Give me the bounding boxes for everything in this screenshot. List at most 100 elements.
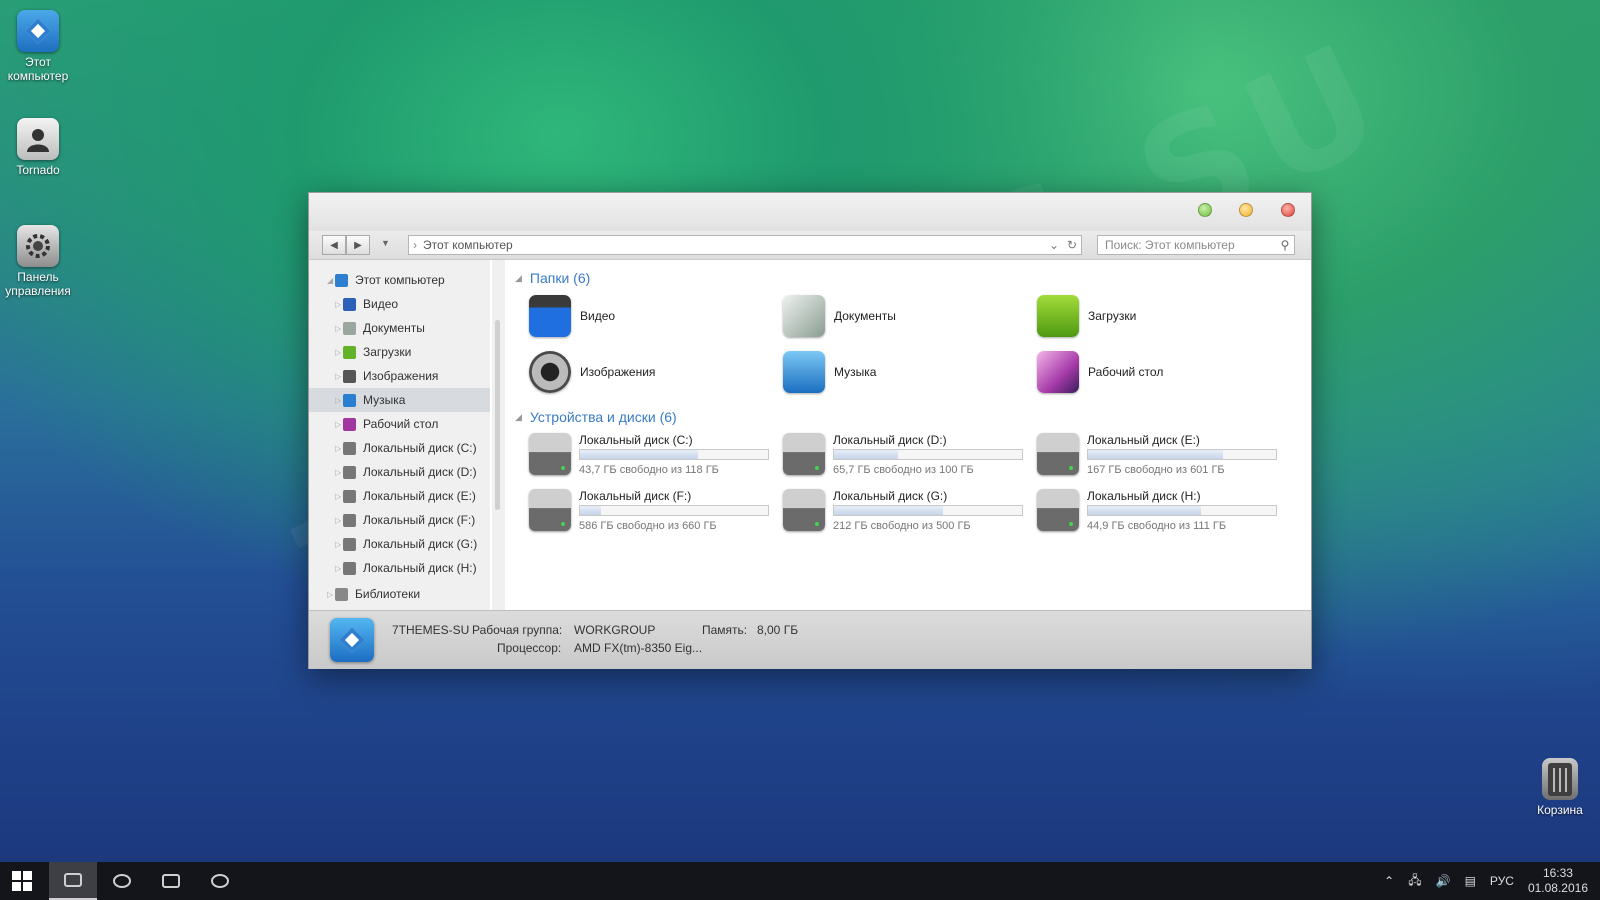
folder-icon — [64, 873, 82, 887]
minimize-button[interactable] — [1198, 203, 1212, 217]
taskbar-explorer-button[interactable] — [49, 862, 97, 900]
drive-led-icon — [1069, 522, 1073, 526]
volume-icon[interactable]: 🔊 — [1436, 874, 1451, 888]
refresh-button[interactable]: ↻ — [1063, 238, 1081, 252]
expand-arrow-icon[interactable]: ▷ — [335, 372, 341, 381]
sidebar-item[interactable]: ▷ Изображения — [309, 364, 490, 388]
documents-icon — [783, 295, 825, 337]
scrollbar-thumb[interactable] — [495, 320, 500, 510]
drive-item[interactable]: Локальный диск (H:) 44,9 ГБ свободно из 1… — [1037, 489, 1277, 535]
show-hidden-icons-button[interactable]: ⌃ — [1384, 874, 1394, 888]
desktop-icon-control-panel[interactable]: Панель управления — [0, 225, 76, 298]
expand-arrow-icon[interactable]: ▷ — [327, 590, 333, 599]
sidebar-item-icon — [343, 465, 356, 479]
hard-drive-icon — [783, 433, 825, 475]
music-icon — [783, 351, 825, 393]
drive-usage-bar — [579, 505, 769, 516]
back-button[interactable]: ◀ — [322, 235, 346, 255]
folder-item[interactable]: Загрузки — [1037, 293, 1277, 339]
folder-item[interactable]: Документы — [783, 293, 1023, 339]
memory-label: Память: — [702, 623, 748, 637]
drive-item[interactable]: Локальный диск (D:) 65,7 ГБ свободно из 1… — [783, 433, 1023, 479]
notifications-icon[interactable]: ▤ — [1465, 874, 1476, 888]
expand-arrow-icon[interactable]: ▷ — [335, 468, 341, 477]
drives-group-header[interactable]: ◢ Устройства и диски (6) — [515, 409, 677, 425]
clock[interactable]: 16:33 01.08.2016 — [1528, 866, 1588, 896]
search-icon[interactable]: ⚲ — [1276, 238, 1294, 252]
search-input[interactable]: Поиск: Этот компьютер — [1098, 238, 1276, 252]
drive-name: Локальный диск (F:) — [579, 489, 692, 503]
sidebar-item[interactable]: ▷ Документы — [309, 316, 490, 340]
folder-label: Видео — [580, 309, 616, 323]
group-header-label: Папки (6) — [529, 270, 591, 286]
expand-arrow-icon[interactable]: ▷ — [335, 540, 341, 549]
sidebar-item[interactable]: ▷ Видео — [309, 292, 490, 316]
expand-arrow-icon[interactable]: ▷ — [335, 324, 341, 333]
maximize-button[interactable] — [1239, 203, 1253, 217]
sidebar-item-label: Музыка — [363, 393, 406, 407]
expand-arrow-icon[interactable]: ▷ — [335, 300, 341, 309]
close-button[interactable] — [1281, 203, 1295, 217]
forward-button[interactable]: ▶ — [346, 235, 370, 255]
expand-arrow-icon[interactable]: ▷ — [335, 420, 341, 429]
computer-name: 7THEMES-SU — [392, 623, 470, 637]
expand-arrow-icon[interactable]: ▷ — [335, 516, 341, 525]
collapse-triangle-icon[interactable]: ◢ — [515, 273, 522, 284]
expand-arrow-icon[interactable]: ▷ — [335, 492, 341, 501]
search-box[interactable]: Поиск: Этот компьютер ⚲ — [1097, 235, 1295, 255]
expand-arrow-icon[interactable]: ▷ — [335, 444, 341, 453]
sidebar-item[interactable]: ▷ Локальный диск (E:) — [309, 484, 490, 508]
address-bar[interactable]: › Этот компьютер ⌄ ↻ — [408, 235, 1082, 255]
taskbar-terminal-button[interactable] — [147, 862, 195, 900]
folder-item[interactable]: Рабочий стол — [1037, 349, 1277, 395]
sidebar-scrollbar[interactable] — [492, 260, 505, 610]
sidebar-item[interactable]: ▷ Музыка — [309, 388, 490, 412]
expand-arrow-icon[interactable]: ▷ — [335, 396, 341, 405]
sidebar-item[interactable]: ▷ Локальный диск (C:) — [309, 436, 490, 460]
sidebar-item[interactable]: ▷ Локальный диск (H:) — [309, 556, 490, 580]
drive-usage-fill — [580, 506, 601, 515]
folder-label: Загрузки — [1088, 309, 1137, 323]
language-indicator[interactable]: РУС — [1490, 874, 1514, 888]
clock-time: 16:33 — [1542, 866, 1573, 880]
group-header-label: Устройства и диски (6) — [529, 409, 677, 425]
sidebar-item-this-pc[interactable]: ◢ Этот компьютер — [309, 268, 490, 292]
sidebar-item[interactable]: ▷ Рабочий стол — [309, 412, 490, 436]
taskbar-app-button[interactable] — [98, 862, 146, 900]
sidebar-item[interactable]: ▷ Локальный диск (D:) — [309, 460, 490, 484]
desktop-icon-label: Этот компьютер — [7, 55, 69, 83]
expand-arrow-icon[interactable]: ▷ — [335, 564, 341, 573]
sidebar-item-icon — [343, 345, 356, 359]
recent-locations-button[interactable]: ▼ — [381, 238, 390, 248]
folder-item[interactable]: Видео — [529, 293, 769, 339]
title-bar[interactable] — [309, 193, 1311, 231]
drive-item[interactable]: Локальный диск (E:) 167 ГБ свободно из 60… — [1037, 433, 1277, 479]
sidebar-item[interactable]: ▷ Загрузки — [309, 340, 490, 364]
desktop-icon-tornado[interactable]: Tornado — [0, 118, 76, 177]
drive-item[interactable]: Локальный диск (C:) 43,7 ГБ свободно из 1… — [529, 433, 769, 479]
collapse-triangle-icon[interactable]: ◢ — [515, 412, 522, 423]
drive-free-space: 43,7 ГБ свободно из 118 ГБ — [579, 464, 719, 476]
drive-item[interactable]: Локальный диск (G:) 212 ГБ свободно из 50… — [783, 489, 1023, 535]
taskbar-browser-button[interactable] — [196, 862, 244, 900]
clock-date: 01.08.2016 — [1527, 881, 1588, 895]
desktop-icon-trash[interactable]: Корзина — [1522, 758, 1598, 817]
network-icon[interactable]: 🖧 — [1408, 871, 1421, 892]
sidebar-item[interactable]: ▷ Локальный диск (G:) — [309, 532, 490, 556]
folder-item[interactable]: Изображения — [529, 349, 769, 395]
folders-group-header[interactable]: ◢ Папки (6) — [515, 270, 590, 286]
hard-drive-icon — [529, 489, 571, 531]
start-button[interactable] — [12, 871, 32, 891]
sidebar-item[interactable]: ▷ Локальный диск (F:) — [309, 508, 490, 532]
navigation-pane: ◢ Этот компьютер ▷ Видео ▷ Документы ▷ Загруз… — [309, 260, 490, 610]
desktop-icon-this-pc[interactable]: Этот компьютер — [0, 10, 76, 83]
expand-arrow-icon[interactable]: ▷ — [335, 348, 341, 357]
sidebar-item-label: Изображения — [363, 369, 439, 383]
taskbar: ⌃ 🖧 🔊 ▤ РУС 16:33 01.08.2016 — [0, 862, 1600, 900]
sidebar-item-libraries[interactable]: ▷ Библиотеки — [309, 582, 420, 606]
drive-item[interactable]: Локальный диск (F:) 586 ГБ свободно из 66… — [529, 489, 769, 535]
address-dropdown-button[interactable]: ⌄ — [1045, 238, 1063, 252]
expand-arrow-icon[interactable]: ◢ — [327, 276, 333, 285]
folder-item[interactable]: Музыка — [783, 349, 1023, 395]
drive-name: Локальный диск (C:) — [579, 433, 693, 447]
